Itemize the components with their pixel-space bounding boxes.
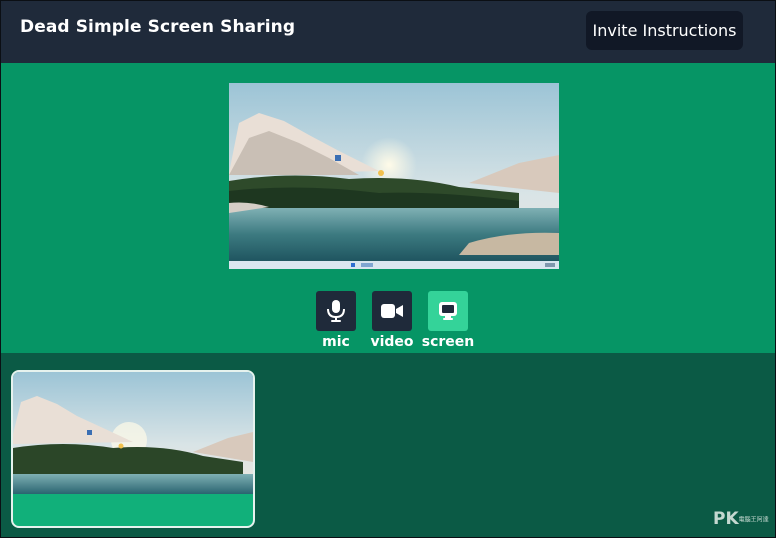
video-camera-icon (381, 304, 403, 318)
screen-share-icon (439, 302, 457, 320)
thumbnail-video (13, 372, 253, 494)
participants-strip: PK電腦王阿達 (1, 353, 775, 537)
watermark-subtext: 電腦王阿達 (738, 516, 769, 524)
app-title: Dead Simple Screen Sharing (20, 17, 296, 37)
video-button[interactable] (372, 291, 412, 331)
video-control[interactable]: video (362, 291, 422, 351)
mic-label: mic (322, 334, 350, 350)
screen-control[interactable]: screen (418, 291, 478, 351)
desktop-wallpaper-image (229, 83, 559, 269)
watermark-logo: PK電腦王阿達 (713, 509, 769, 529)
screen-label: screen (421, 334, 475, 350)
main-stage: mic video screen (1, 63, 775, 353)
shared-screen-video[interactable] (229, 83, 559, 269)
top-bar: Dead Simple Screen Sharing Invite Instru… (1, 1, 775, 63)
screen-button[interactable] (428, 291, 468, 331)
participant-thumbnail[interactable] (11, 370, 255, 528)
invite-instructions-button[interactable]: Invite Instructions (586, 11, 743, 50)
watermark-text: PK (713, 509, 739, 529)
mic-button[interactable] (316, 291, 356, 331)
microphone-icon (327, 300, 345, 322)
app-window: Dead Simple Screen Sharing Invite Instru… (0, 0, 776, 538)
mic-control[interactable]: mic (306, 291, 366, 351)
video-label: video (370, 334, 414, 350)
media-controls: mic video screen (1, 291, 775, 351)
thumbnail-wallpaper-image (13, 372, 253, 494)
